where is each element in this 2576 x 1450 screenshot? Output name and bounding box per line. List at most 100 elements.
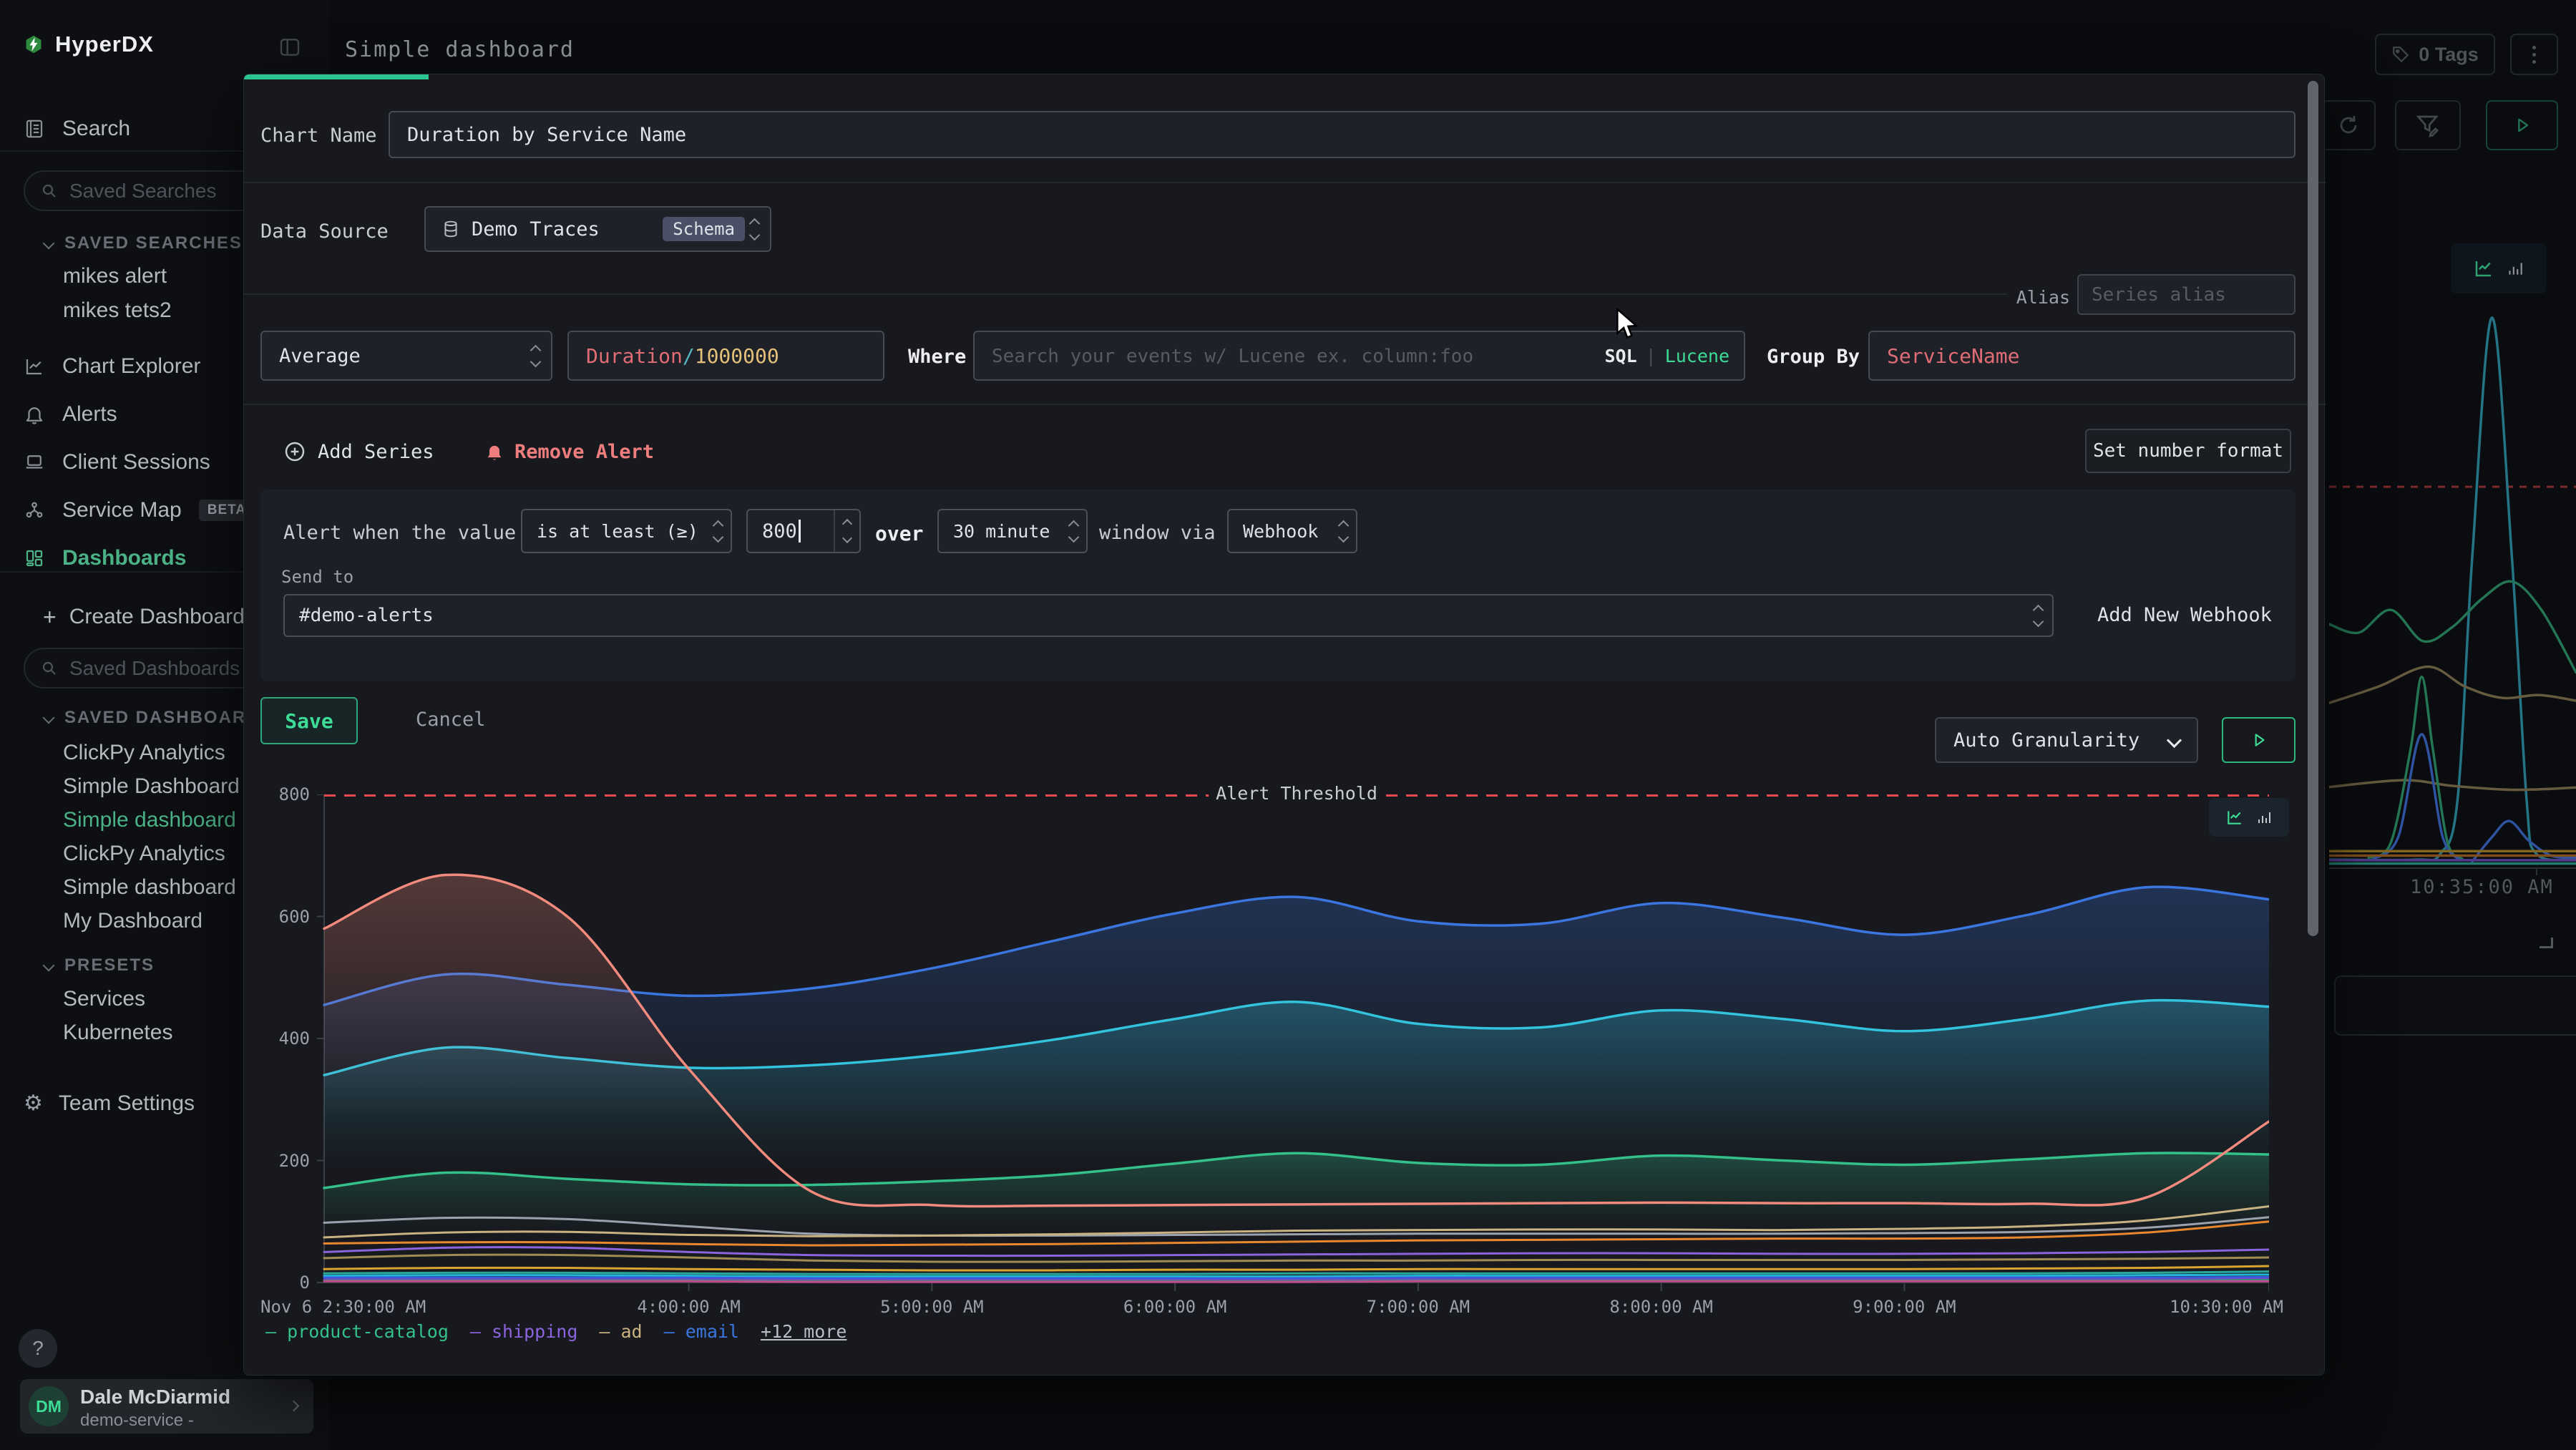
chevron-down-icon bbox=[43, 238, 55, 250]
saved-search-item[interactable]: mikes tets2 bbox=[63, 293, 172, 328]
group-by-input[interactable]: ServiceName bbox=[1868, 331, 2296, 381]
set-number-format-button[interactable]: Set number format bbox=[2085, 429, 2291, 473]
mouse-cursor bbox=[1614, 308, 1643, 344]
legend-item[interactable]: — shipping bbox=[470, 1321, 578, 1342]
where-input-field[interactable] bbox=[992, 345, 1507, 367]
alias-input-field[interactable] bbox=[2092, 283, 2284, 306]
filter-edit-icon bbox=[2415, 112, 2441, 138]
sidebar-item-service-map[interactable]: Service MapBETA bbox=[0, 486, 247, 534]
chart-name-value: Duration by Service Name bbox=[407, 124, 686, 146]
lucene-toggle[interactable]: Lucene bbox=[1665, 346, 1729, 366]
resize-handle-icon[interactable] bbox=[2540, 938, 2553, 948]
refresh-button[interactable] bbox=[2321, 100, 2376, 150]
chart-legend: — product-catalog — shipping — ad — email +1… bbox=[265, 1321, 847, 1342]
chevron-down-icon bbox=[43, 712, 55, 724]
x-tick-label: 9:00:00 AM bbox=[1853, 1297, 1956, 1317]
saved-dashboard-item[interactable]: Simple Dashboard bbox=[63, 769, 240, 803]
chart-name-label: Chart Name bbox=[260, 125, 377, 147]
alert-threshold-label: Alert Threshold bbox=[1209, 783, 1385, 804]
expression-divisor: 1000000 bbox=[695, 344, 779, 368]
help-button[interactable]: ? bbox=[19, 1329, 57, 1368]
app-screen: HyperDX Search SAVED SEARCHES mikes aler… bbox=[0, 0, 2576, 1450]
alert-channel-select[interactable]: Webhook bbox=[1227, 509, 1357, 553]
granularity-select[interactable]: Auto Granularity bbox=[1935, 717, 2198, 763]
preset-item[interactable]: Kubernetes bbox=[63, 1016, 172, 1049]
chart-type-toggle[interactable] bbox=[2209, 798, 2289, 837]
saved-search-item[interactable]: mikes alert bbox=[63, 259, 172, 293]
field-expression-input[interactable]: Duration/1000000 bbox=[567, 331, 884, 381]
chart-canvas bbox=[316, 794, 2269, 1295]
saved-dashboard-item[interactable]: Simple dashboard bbox=[63, 803, 240, 837]
cancel-button[interactable]: Cancel bbox=[416, 709, 486, 731]
saved-searches-header[interactable]: SAVED SEARCHES bbox=[44, 233, 243, 253]
add-series-button[interactable]: Add Series bbox=[283, 429, 434, 475]
bar-chart-icon bbox=[2506, 259, 2524, 278]
remove-alert-label: Remove Alert bbox=[514, 441, 654, 463]
granularity-value: Auto Granularity bbox=[1953, 729, 2140, 751]
number-spinner[interactable] bbox=[834, 510, 859, 552]
search-doc-icon bbox=[24, 118, 45, 140]
sidebar-item-client-sessions[interactable]: Client Sessions bbox=[0, 438, 247, 486]
modal-scrollbar[interactable] bbox=[2308, 81, 2318, 936]
user-menu[interactable]: DM Dale McDiarmid demo-service - bbox=[20, 1379, 313, 1434]
presets-header[interactable]: PRESETS bbox=[44, 955, 155, 975]
saved-dashboard-item[interactable]: ClickPy Analytics bbox=[63, 736, 240, 769]
create-dashboard-button[interactable]: + Create Dashboard bbox=[43, 600, 245, 634]
alert-window-select[interactable]: 30 minute bbox=[937, 509, 1088, 553]
saved-dashboard-item[interactable]: Simple dashboard bbox=[63, 870, 240, 904]
legend-item[interactable]: +12 more bbox=[761, 1321, 847, 1342]
sidebar-item-chart-explorer[interactable]: Chart Explorer bbox=[0, 342, 247, 390]
save-button[interactable]: Save bbox=[260, 697, 358, 744]
bell-icon bbox=[484, 441, 504, 462]
sql-toggle[interactable]: SQL bbox=[1604, 346, 1636, 366]
brand-name: HyperDX bbox=[55, 31, 154, 57]
select-chevrons-icon bbox=[751, 220, 758, 239]
chart-type-toggle[interactable] bbox=[2451, 243, 2547, 293]
legend-item[interactable]: — ad bbox=[599, 1321, 642, 1342]
sidebar-item-dashboards[interactable]: Dashboards bbox=[0, 534, 247, 582]
chart-name-input[interactable]: Duration by Service Name bbox=[389, 111, 2296, 158]
sidebar-item-team-settings[interactable]: ⚙ Team Settings bbox=[24, 1091, 195, 1116]
sidebar-item-label: Alerts bbox=[62, 402, 117, 427]
sidebar-item-search[interactable]: Search bbox=[0, 104, 267, 152]
run-chart-button[interactable] bbox=[2222, 717, 2296, 763]
saved-dashboards-header[interactable]: SAVED DASHBOARDS bbox=[44, 708, 273, 728]
saved-searches-list: mikes alertmikes tets2 bbox=[63, 259, 172, 328]
tag-icon bbox=[2391, 45, 2410, 64]
add-series-label: Add Series bbox=[318, 441, 434, 463]
refresh-icon bbox=[2336, 113, 2361, 137]
saved-dashboards-list: ClickPy AnalyticsSimple DashboardSimple … bbox=[63, 736, 240, 938]
brand[interactable]: HyperDX bbox=[24, 31, 154, 57]
aggregation-select[interactable]: Average bbox=[260, 331, 552, 381]
help-label: ? bbox=[32, 1337, 44, 1360]
group-by-value: ServiceName bbox=[1887, 344, 2019, 368]
set-number-format-label: Set number format bbox=[2093, 440, 2283, 462]
select-chevrons-icon bbox=[1070, 522, 1078, 541]
legend-item[interactable]: — email bbox=[664, 1321, 739, 1342]
preset-item[interactable]: Services bbox=[63, 982, 172, 1016]
alias-input[interactable] bbox=[2077, 274, 2296, 315]
chevron-right-icon bbox=[288, 1401, 300, 1412]
bell-icon bbox=[24, 404, 45, 425]
add-new-webhook-button[interactable]: Add New Webhook bbox=[2097, 604, 2272, 626]
background-panel-edge bbox=[2334, 975, 2576, 1036]
plus-circle-icon bbox=[283, 440, 306, 463]
saved-dashboard-item[interactable]: ClickPy Analytics bbox=[63, 837, 240, 870]
run-query-button[interactable] bbox=[2486, 100, 2558, 150]
alert-threshold-input[interactable]: 800 bbox=[746, 509, 861, 553]
alert-condition-value: is at least (≥) bbox=[537, 521, 698, 542]
kebab-menu-button[interactable] bbox=[2510, 34, 2558, 75]
legend-item[interactable]: — product-catalog bbox=[265, 1321, 449, 1342]
remove-alert-button[interactable]: Remove Alert bbox=[484, 429, 654, 475]
webhook-select[interactable]: #demo-alerts bbox=[283, 594, 2054, 637]
sidebar-collapse-icon[interactable] bbox=[278, 36, 302, 59]
data-source-select[interactable]: Demo Traces Schema bbox=[424, 206, 771, 252]
divider bbox=[244, 404, 2326, 405]
alert-condition-select[interactable]: is at least (≥) bbox=[521, 509, 732, 553]
saved-dashboard-item[interactable]: My Dashboard bbox=[63, 904, 240, 938]
sidebar-item-alerts[interactable]: Alerts bbox=[0, 390, 247, 438]
y-tick-label: 0 bbox=[257, 1273, 310, 1293]
tags-button[interactable]: 0 Tags bbox=[2375, 34, 2495, 75]
filter-button[interactable] bbox=[2395, 100, 2461, 150]
chevron-down-icon bbox=[2167, 732, 2182, 747]
